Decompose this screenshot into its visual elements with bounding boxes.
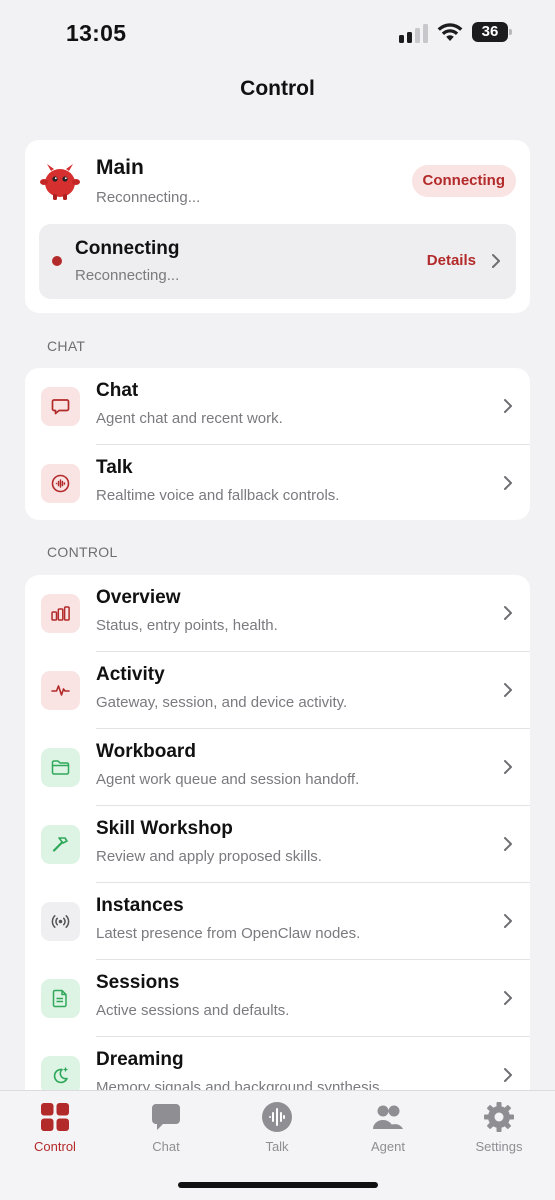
list-item-title: Activity [96,664,165,685]
list-item-skill-workshop[interactable]: Skill Workshop Review and apply proposed… [25,806,530,883]
tab-chat[interactable]: Chat [121,1101,211,1161]
connection-subtitle: Reconnecting... [75,267,180,284]
home-indicator[interactable] [178,1182,378,1188]
tab-label: Agent [371,1139,405,1154]
hammer-icon [41,825,80,864]
tab-label: Talk [265,1139,289,1154]
main-agent-card: Main Reconnecting... Connecting Connecti… [25,140,530,313]
chevron-right-icon [504,683,512,697]
people-icon [373,1105,403,1129]
list-item-overview[interactable]: Overview Status, entry points, health. [25,575,530,652]
bar-chart-icon [41,594,80,633]
tab-label: Control [34,1139,76,1154]
list-item-title: Sessions [96,972,180,993]
chevron-right-icon [504,476,512,490]
chat-section-card: Chat Agent chat and recent work. Talk Re… [25,368,530,520]
list-item-subtitle: Review and apply proposed skills. [96,848,322,865]
chat-bubble-icon [41,387,80,426]
status-bar: 13:05 36 [0,0,555,66]
avatar [40,164,80,200]
chevron-right-icon [504,837,512,851]
chevron-right-icon [504,991,512,1005]
connection-title: Connecting [75,238,180,259]
broadcast-icon [41,902,80,941]
page-title: Control [240,77,315,100]
wifi-icon [437,23,463,41]
tab-agent[interactable]: Agent [343,1101,433,1161]
grid-icon [41,1103,69,1131]
list-item-subtitle: Gateway, session, and device activity. [96,694,348,711]
tab-settings[interactable]: Settings [454,1101,544,1161]
list-item-title: Workboard [96,741,196,762]
list-item-title: Overview [96,587,181,608]
pulse-icon [41,671,80,710]
control-section-card: Overview Status, entry points, health. A… [25,575,530,1115]
details-button[interactable]: Details [427,252,476,269]
folder-icon [41,748,80,787]
document-icon [41,979,80,1018]
chat-bubble-icon [152,1104,180,1130]
voice-wave-icon [262,1102,292,1132]
list-item-instances[interactable]: Instances Latest presence from OpenClaw … [25,883,530,960]
list-item-subtitle: Agent work queue and session handoff. [96,771,360,788]
list-item-sessions[interactable]: Sessions Active sessions and defaults. [25,960,530,1037]
list-item-subtitle: Agent chat and recent work. [96,410,283,427]
battery-percentage: 36 [481,23,499,40]
chevron-right-icon [504,914,512,928]
list-item-subtitle: Realtime voice and fallback controls. [96,487,340,504]
chevron-right-icon [504,760,512,774]
list-item-talk[interactable]: Talk Realtime voice and fallback control… [25,445,530,520]
connection-row[interactable]: Connecting Reconnecting... Details [39,224,516,299]
list-item-title: Talk [96,457,133,478]
list-item-title: Dreaming [96,1049,184,1070]
section-label-control: CONTROL [47,544,118,560]
list-item-title: Instances [96,895,184,916]
tab-talk[interactable]: Talk [232,1101,322,1161]
chevron-right-icon [504,1068,512,1082]
tab-label: Settings [475,1139,523,1154]
list-item-subtitle: Latest presence from OpenClaw nodes. [96,925,361,942]
section-label-chat: CHAT [47,338,86,354]
voice-wave-icon [41,464,80,503]
battery-icon: 36 [472,22,512,42]
cellular-signal-icon [399,23,429,43]
status-badge: Connecting [411,165,516,197]
list-item-chat[interactable]: Chat Agent chat and recent work. [25,368,530,445]
list-item-workboard[interactable]: Workboard Agent work queue and session h… [25,729,530,806]
list-item-title: Chat [96,380,139,401]
clock: 13:05 [66,20,127,46]
list-item-subtitle: Active sessions and defaults. [96,1002,290,1019]
list-item-title: Skill Workshop [96,818,233,839]
agent-name: Main [96,156,144,179]
gear-icon [484,1102,514,1132]
tab-control[interactable]: Control [10,1101,100,1161]
list-item-subtitle: Status, entry points, health. [96,617,278,634]
chevron-right-icon [504,606,512,620]
chevron-right-icon [504,399,512,413]
list-item-activity[interactable]: Activity Gateway, session, and device ac… [25,652,530,729]
status-dot-icon [52,256,62,266]
agent-status-text: Reconnecting... [96,189,201,206]
chevron-right-icon [492,254,500,268]
tab-label: Chat [152,1139,180,1154]
